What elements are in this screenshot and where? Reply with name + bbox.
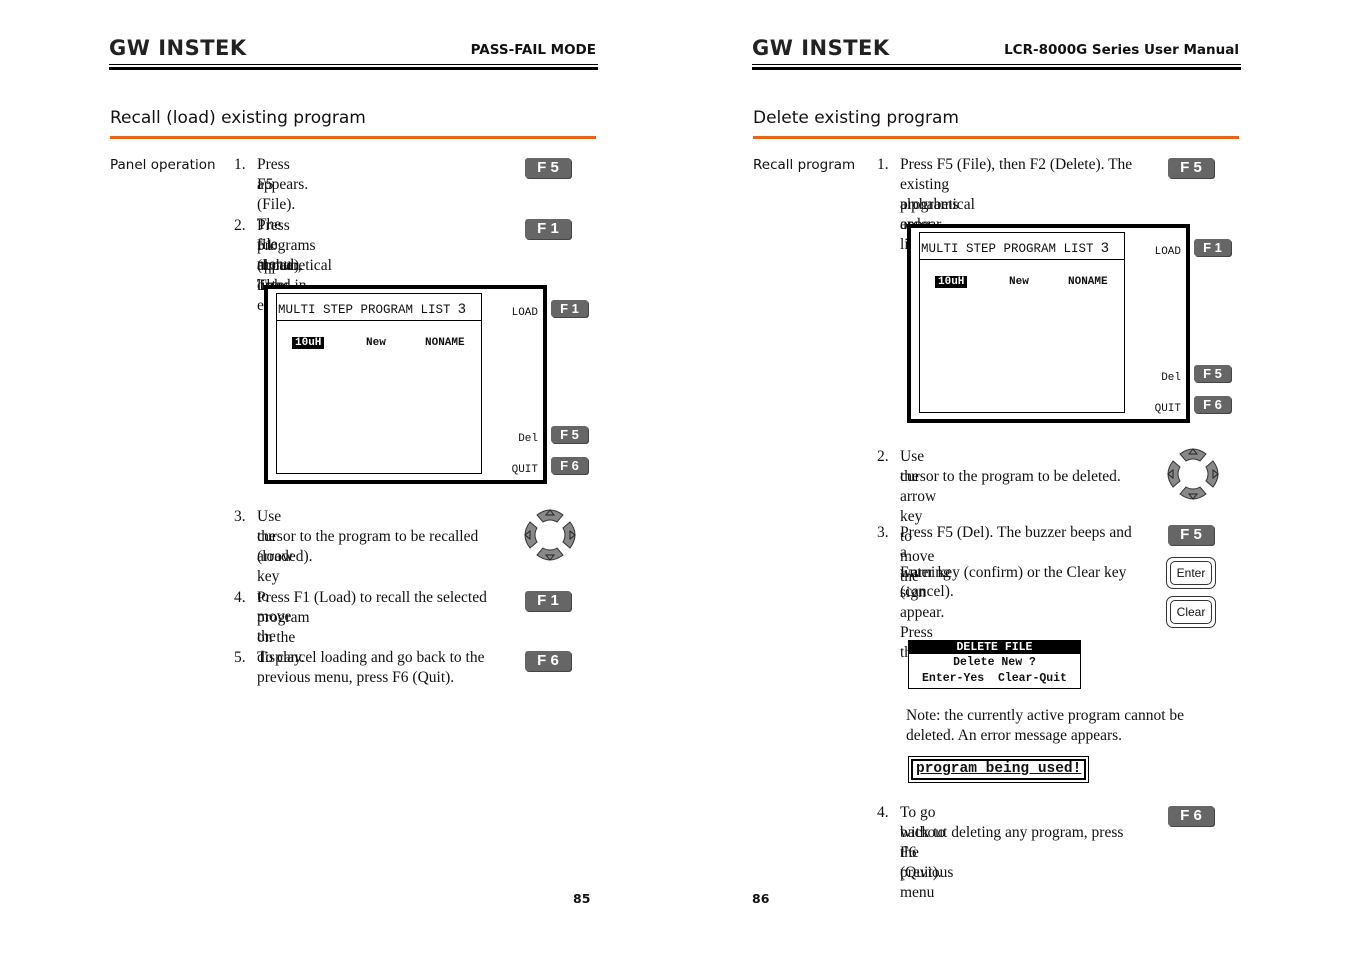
enter-key-label: Enter [1170,561,1212,585]
header-rule-thin [109,64,598,65]
page-number: 86 [752,891,770,906]
error-message: program being used! [911,759,1087,780]
gw-instek-logo: GW INSTEK [752,36,890,60]
lcd-list-area: MULTI STEP PROGRAM LIST 3 10uH New NONAM… [276,293,482,474]
dialog-message: Delete New ? [953,656,1036,669]
step-number: 4. [234,589,246,606]
lcd-list-area: MULTI STEP PROGRAM LIST 3 10uH New NONAM… [919,232,1125,413]
step-text: (loaded). [257,548,313,565]
section-title: Recall (load) existing program [110,108,366,128]
step-number: 3. [877,524,889,541]
softkey-del[interactable]: Del [1141,372,1181,384]
step-number: 5. [234,649,246,666]
step-text: Press F5 (File), then F2 (Delete). The [900,156,1133,173]
header-rule-thin [752,64,1241,65]
gw-instek-logo: GW INSTEK [109,36,247,60]
f5-key[interactable]: F 5 [1194,365,1231,382]
program-count: 3 [1101,239,1109,255]
f6-key[interactable]: F 6 [1194,396,1231,413]
softkey-quit[interactable]: QUIT [498,464,538,476]
left-page: GW INSTEK PASS-FAIL MODE Recall (load) e… [0,0,675,954]
screen-title: MULTI STEP PROGRAM LIST 3 [278,300,466,317]
softkey-load[interactable]: LOAD [498,307,538,319]
screen-title-text: MULTI STEP PROGRAM LIST [921,242,1094,256]
header-title: PASS-FAIL MODE [470,42,596,58]
section-rule [110,136,596,139]
note-line: deleted. An error message appears. [906,727,1123,744]
softkey-del[interactable]: Del [498,433,538,445]
screen-title-text: MULTI STEP PROGRAM LIST [278,303,451,317]
program-item[interactable]: New [1006,276,1032,288]
delete-file-dialog: DELETE FILE Delete New ? Enter-Yes Clear… [908,640,1081,689]
header-title: LCR-8000G Series User Manual [1004,42,1239,58]
section-title: Delete existing program [753,108,959,128]
program-item[interactable]: NONAME [1065,276,1111,288]
lcd-screen: MULTI STEP PROGRAM LIST 3 10uH New NONAM… [907,224,1190,423]
step-number: 4. [877,804,889,821]
step-text: cursor to the program to be recalled [257,528,479,545]
step-number: 3. [234,508,246,525]
f1-key[interactable]: F 1 [525,219,571,239]
step-number: 1. [234,156,246,173]
step-text: without deleting any program, press [900,824,1124,841]
program-item-selected[interactable]: 10uH [935,276,968,288]
step-text: To cancel loading and go back to the [257,649,485,666]
f5-key[interactable]: F 5 [551,426,588,443]
clear-key[interactable]: Clear [1166,596,1216,628]
program-item[interactable]: New [363,337,389,349]
note: Note: the currently active program canno… [906,706,1184,746]
step-text: Enter key (confirm) or the Clear key [900,564,1127,581]
side-label: Panel operation [110,157,216,173]
program-item-selected[interactable]: 10uH [292,337,325,349]
step-text: cursor to the program to be deleted. [900,468,1121,485]
screen-divider [920,259,1124,260]
step-text: Press F1 (Load) to recall the selected [257,589,487,606]
f1-key[interactable]: F 1 [1194,239,1231,256]
step-text: Press F5 (Del). The buzzer beeps and [900,524,1132,541]
step-number: 2. [234,217,246,234]
f6-key[interactable]: F 6 [1168,806,1214,826]
f6-key[interactable]: F 6 [551,457,588,474]
dialog-options: Enter-Yes Clear-Quit [922,672,1067,685]
f5-key[interactable]: F 5 [1168,158,1214,178]
step-number: 1. [877,156,889,173]
f1-key[interactable]: F 1 [525,591,571,611]
lcd-screen: MULTI STEP PROGRAM LIST 3 10uH New NONAM… [264,285,547,484]
screen-title: MULTI STEP PROGRAM LIST 3 [921,239,1109,256]
header-rule-thick [752,67,1241,70]
step-text: appears. [257,176,309,193]
f5-key[interactable]: F 5 [1168,525,1214,545]
side-label: Recall program [753,157,856,173]
error-message-box: program being used! [908,756,1090,783]
f6-key[interactable]: F 6 [525,651,571,671]
program-count: 3 [458,300,466,316]
program-item[interactable]: NONAME [422,337,468,349]
f1-key[interactable]: F 1 [551,300,588,317]
softkey-quit[interactable]: QUIT [1141,403,1181,415]
arrow-keys-icon[interactable] [1164,445,1222,503]
f5-key[interactable]: F 5 [525,158,571,178]
step-number: 2. [877,448,889,465]
step-text: (cancel). [900,583,954,600]
right-page: GW INSTEK LCR-8000G Series User Manual D… [643,0,1351,954]
screen-divider [277,320,481,321]
dialog-title: DELETE FILE [909,641,1080,654]
note-line: Note: the currently active program canno… [906,707,1185,724]
section-rule [753,136,1239,139]
page-number: 85 [573,891,591,906]
step-text: previous menu, press F6 (Quit). [257,669,455,686]
arrow-keys-icon[interactable] [521,506,579,564]
header-rule-thick [109,67,598,70]
enter-key[interactable]: Enter [1166,557,1216,589]
softkey-load[interactable]: LOAD [1141,246,1181,258]
step-text: F6 (Quit). [900,844,942,881]
clear-key-label: Clear [1170,600,1212,624]
